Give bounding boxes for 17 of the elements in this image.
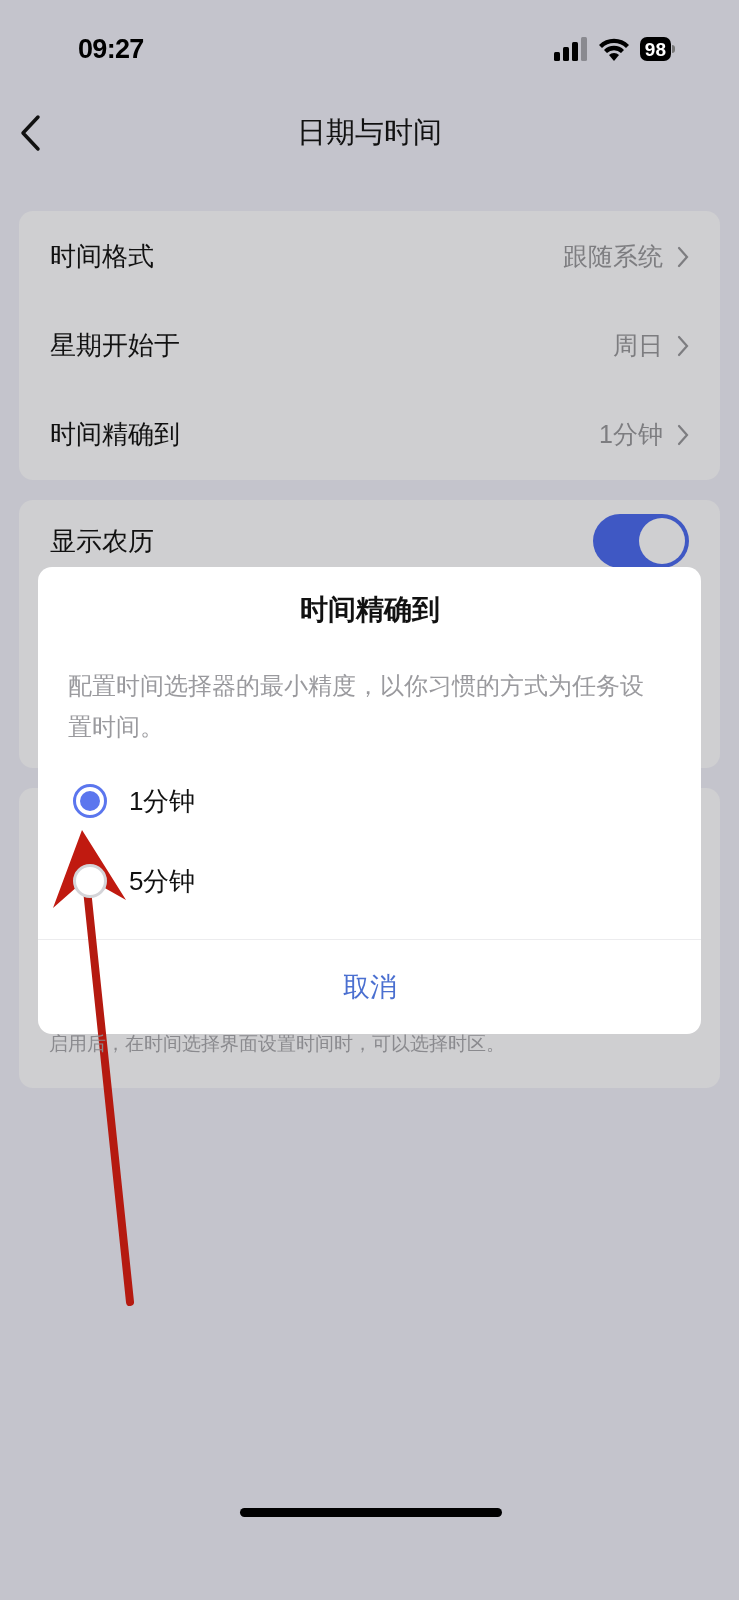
radio-option[interactable]: 1分钟 <box>38 761 701 841</box>
chevron-icon <box>677 245 689 268</box>
dialog-title: 时间精确到 <box>298 593 441 627</box>
wifi-icon <box>597 37 630 61</box>
chevron-icon <box>677 334 689 357</box>
settings-row[interactable]: 时间格式 跟随系统 <box>19 212 720 301</box>
radio-button[interactable] <box>73 784 107 818</box>
dialog-description: 配置时间选择器的最小精度，以你习惯的方式为任务设置时间。 <box>68 671 645 742</box>
settings-row[interactable]: 时间精确到 1分钟 <box>19 390 720 479</box>
lunar-toggle[interactable] <box>593 514 689 568</box>
lunar-label: 显示农历 <box>50 524 154 558</box>
page-title: 日期与时间 <box>297 115 442 151</box>
cancel-button[interactable]: 取消 <box>38 940 701 1034</box>
chevron-icon <box>677 423 689 446</box>
signal-icon <box>553 37 588 61</box>
settings-row[interactable]: 星期开始于 周日 <box>19 301 720 390</box>
status-time: 09:27 <box>78 32 144 66</box>
